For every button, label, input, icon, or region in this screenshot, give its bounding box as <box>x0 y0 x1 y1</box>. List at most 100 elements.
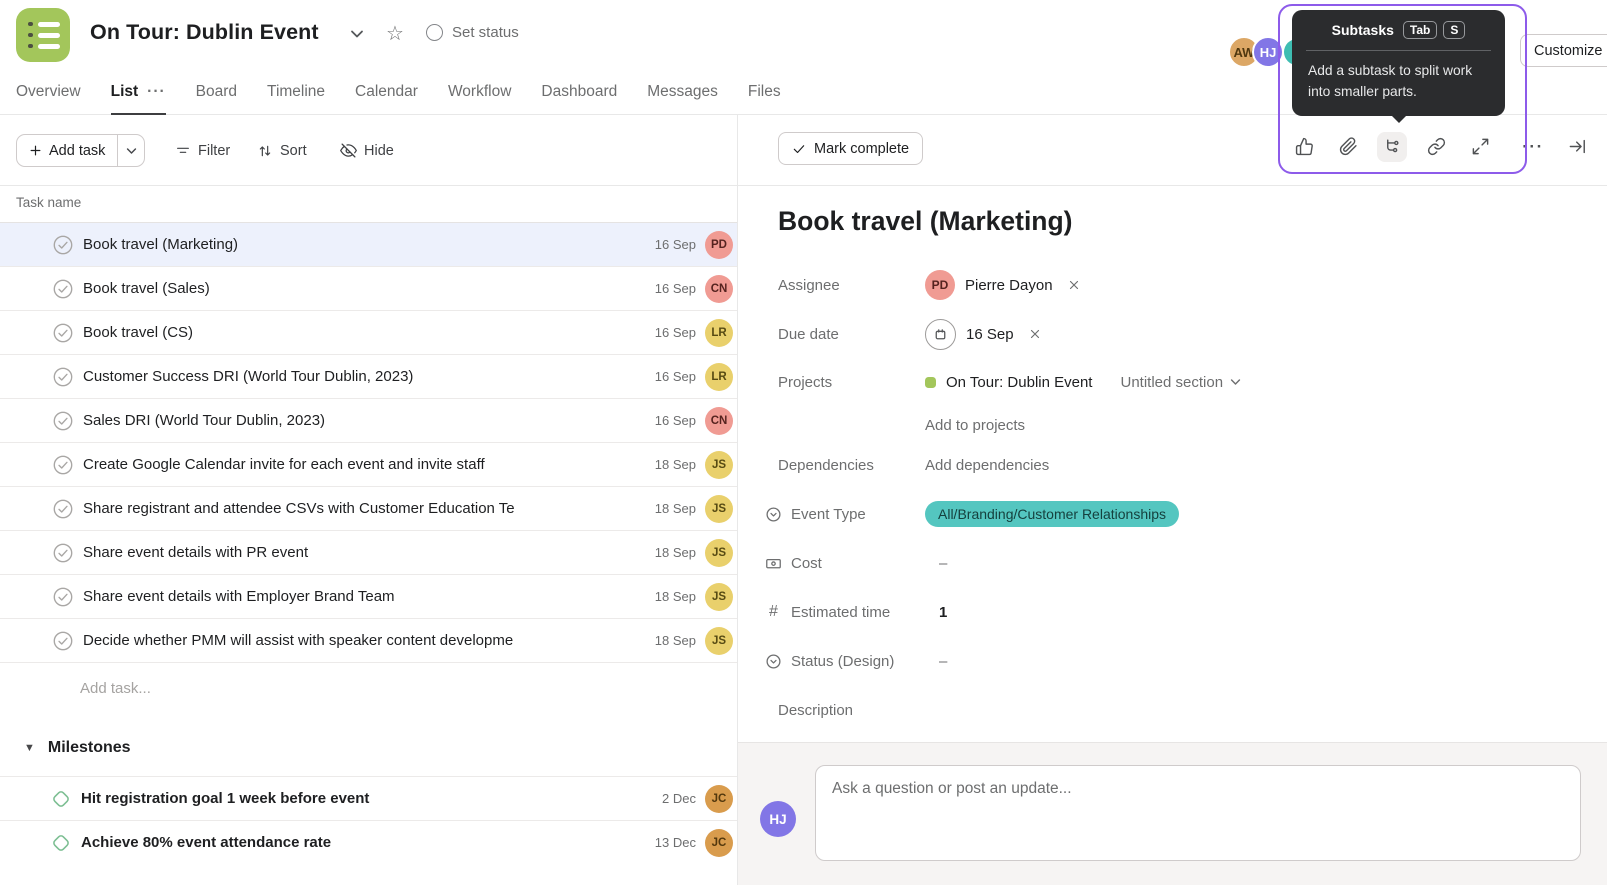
field-event-type: Event Type All/Branding/Customer Relatio… <box>765 495 1585 533</box>
chevron-down-icon <box>126 147 137 154</box>
task-row[interactable]: Customer Success DRI (World Tour Dublin,… <box>0 355 737 399</box>
estimated-time-value[interactable]: 1 <box>925 604 947 621</box>
complete-check-icon[interactable] <box>52 454 74 476</box>
add-task-dropdown[interactable] <box>117 135 144 166</box>
expand-button[interactable] <box>1465 132 1495 162</box>
complete-check-icon[interactable] <box>52 234 74 256</box>
task-detail-title[interactable]: Book travel (Marketing) <box>778 206 1073 237</box>
task-name[interactable]: Sales DRI (World Tour Dublin, 2023) <box>83 412 647 429</box>
tab-list[interactable]: List ··· <box>110 70 166 115</box>
tab-messages[interactable]: Messages <box>647 70 718 114</box>
task-name[interactable]: Create Google Calendar invite for each e… <box>83 456 647 473</box>
milestone-name[interactable]: Hit registration goal 1 week before even… <box>81 790 654 807</box>
set-status-button[interactable]: Set status <box>426 24 519 41</box>
collapse-pane-button[interactable] <box>1562 132 1592 162</box>
expand-icon <box>1472 138 1488 155</box>
add-task-button[interactable]: Add task <box>16 134 146 167</box>
eye-slash-icon <box>340 143 357 158</box>
column-header-task-name[interactable]: Task name <box>16 195 81 210</box>
task-row[interactable]: Decide whether PMM will assist with spea… <box>0 619 737 663</box>
milestone-diamond-icon[interactable] <box>50 832 72 854</box>
complete-check-icon[interactable] <box>52 630 74 652</box>
task-row[interactable]: Book travel (Sales) 16 Sep CN <box>0 267 737 311</box>
task-row[interactable]: Share event details with PR event 18 Sep… <box>0 531 737 575</box>
add-to-projects-link[interactable]: Add to projects <box>925 417 1025 434</box>
check-icon <box>793 144 805 153</box>
task-row[interactable]: Sales DRI (World Tour Dublin, 2023) 16 S… <box>0 399 737 443</box>
due-date-value[interactable]: 16 Sep <box>966 326 1014 343</box>
complete-check-icon[interactable] <box>52 586 74 608</box>
comment-input-box[interactable] <box>815 765 1581 861</box>
task-name[interactable]: Share registrant and attendee CSVs with … <box>83 500 647 517</box>
filter-button[interactable]: Filter <box>175 134 230 167</box>
section-title[interactable]: Milestones <box>48 739 131 757</box>
remove-due-date-icon[interactable] <box>1028 327 1042 341</box>
mark-complete-button[interactable]: Mark complete <box>778 132 924 165</box>
task-due-date: 18 Sep <box>654 545 696 560</box>
copy-link-button[interactable] <box>1421 132 1451 162</box>
collapse-caret-icon[interactable]: ▼ <box>24 742 35 754</box>
milestone-diamond-icon[interactable] <box>50 788 72 810</box>
more-options-button[interactable]: ··· <box>1518 132 1548 162</box>
customize-button[interactable]: Customize <box>1520 34 1607 67</box>
inline-add-task[interactable]: Add task... <box>80 666 151 710</box>
add-dependencies-link[interactable]: Add dependencies <box>925 457 1049 474</box>
like-button[interactable] <box>1289 132 1319 162</box>
milestone-name[interactable]: Achieve 80% event attendance rate <box>81 834 647 851</box>
milestone-row[interactable]: Achieve 80% event attendance rate 13 Dec… <box>0 820 737 864</box>
task-row[interactable]: Create Google Calendar invite for each e… <box>0 443 737 487</box>
add-subtask-button[interactable] <box>1377 131 1407 162</box>
tab-overview[interactable]: Overview <box>16 70 81 114</box>
assignee-name[interactable]: Pierre Dayon <box>965 277 1053 294</box>
task-due-date: 16 Sep <box>654 369 696 384</box>
tab-options-icon[interactable]: ··· <box>147 83 166 101</box>
tab-calendar[interactable]: Calendar <box>355 70 418 114</box>
milestone-list: Hit registration goal 1 week before even… <box>0 776 737 864</box>
cost-value[interactable]: – <box>925 555 947 572</box>
status-design-value[interactable]: – <box>925 653 947 670</box>
complete-check-icon[interactable] <box>52 322 74 344</box>
task-due-date: 18 Sep <box>654 457 696 472</box>
hide-button[interactable]: Hide <box>340 134 394 167</box>
complete-check-icon[interactable] <box>52 366 74 388</box>
event-type-pill[interactable]: All/Branding/Customer Relationships <box>925 501 1179 527</box>
task-row[interactable]: Book travel (CS) 16 Sep LR <box>0 311 737 355</box>
favorite-star-icon[interactable]: ☆ <box>386 21 404 46</box>
attach-button[interactable] <box>1333 132 1363 162</box>
tab-timeline[interactable]: Timeline <box>267 70 325 114</box>
task-name[interactable]: Decide whether PMM will assist with spea… <box>83 632 647 649</box>
task-row[interactable]: Book travel (Marketing) 16 Sep PD <box>0 223 737 267</box>
number-icon: # <box>769 603 778 620</box>
comment-input[interactable] <box>816 766 1580 860</box>
tab-workflow[interactable]: Workflow <box>448 70 511 114</box>
complete-check-icon[interactable] <box>52 410 74 432</box>
calendar-icon[interactable] <box>925 318 956 350</box>
complete-check-icon[interactable] <box>52 542 74 564</box>
project-name[interactable]: On Tour: Dublin Event <box>946 374 1092 391</box>
task-row[interactable]: Share event details with Employer Brand … <box>0 575 737 619</box>
milestones-section-header[interactable]: ▼ Milestones <box>0 724 737 772</box>
task-name[interactable]: Book travel (Sales) <box>83 280 647 297</box>
sort-button[interactable]: Sort <box>257 134 307 167</box>
task-name[interactable]: Share event details with PR event <box>83 544 647 561</box>
tab-dashboard[interactable]: Dashboard <box>541 70 617 114</box>
task-name[interactable]: Book travel (Marketing) <box>83 236 647 253</box>
collaborator-avatars[interactable]: AW HJ <box>1228 36 1284 68</box>
task-row[interactable]: Share registrant and attendee CSVs with … <box>0 487 737 531</box>
section-selector[interactable]: Untitled section <box>1120 374 1241 391</box>
assignee-avatar: JC <box>705 784 733 813</box>
tab-files[interactable]: Files <box>748 70 781 114</box>
field-projects: Projects On Tour: Dublin Event Untitled … <box>765 363 1585 401</box>
avatar[interactable]: HJ <box>1252 36 1284 68</box>
complete-check-icon[interactable] <box>52 498 74 520</box>
milestone-row[interactable]: Hit registration goal 1 week before even… <box>0 776 737 820</box>
title-chevron-down-icon[interactable] <box>350 29 364 39</box>
assignee-avatar: JC <box>705 828 733 857</box>
task-name[interactable]: Customer Success DRI (World Tour Dublin,… <box>83 368 647 385</box>
remove-assignee-icon[interactable] <box>1067 278 1081 292</box>
task-name[interactable]: Book travel (CS) <box>83 324 647 341</box>
add-task-label: Add task <box>49 142 106 159</box>
complete-check-icon[interactable] <box>52 278 74 300</box>
tab-board[interactable]: Board <box>196 70 237 114</box>
task-name[interactable]: Share event details with Employer Brand … <box>83 588 647 605</box>
